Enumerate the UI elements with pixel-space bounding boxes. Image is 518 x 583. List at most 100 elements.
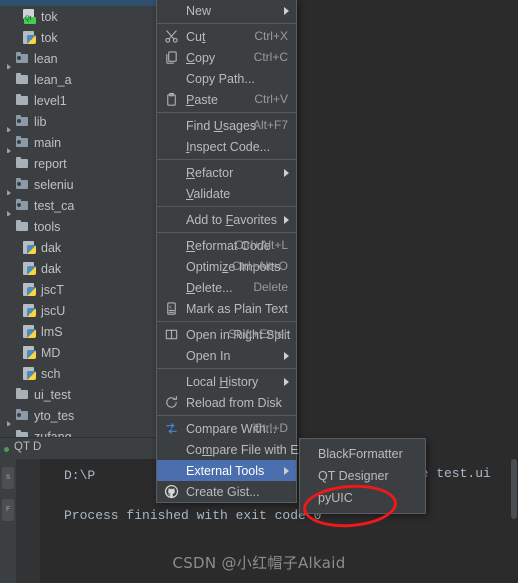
tree-item-jscu[interactable]: jscU <box>0 300 156 321</box>
menu-item-open-in-right-split[interactable]: Open in Right Split Shift+Enter <box>157 324 296 345</box>
python-file-icon <box>22 282 37 297</box>
tree-item-label: dak <box>41 261 62 276</box>
menu-item-shortcut: Shift+Enter <box>228 327 288 341</box>
tree-item-lean[interactable]: lean <box>0 48 156 69</box>
tree-item-label: lmS <box>41 324 63 339</box>
folder-icon <box>15 177 30 192</box>
tree-item-label: level1 <box>34 93 67 108</box>
qt-designer-file-icon: Qt <box>22 9 37 24</box>
tree-item-label: lean <box>34 51 58 66</box>
menu-item-create-gist[interactable]: Create Gist... <box>157 481 296 502</box>
tree-item-tools[interactable]: tools <box>0 216 156 237</box>
menu-item-compare-with[interactable]: Compare With... Ctrl+D <box>157 418 296 439</box>
menu-item-label: Paste <box>186 92 218 107</box>
tree-item-md[interactable]: MD <box>0 342 156 363</box>
tree-item-label: tok <box>41 30 58 45</box>
menu-item-copy[interactable]: Copy Ctrl+C <box>157 47 296 68</box>
folder-icon <box>15 114 30 129</box>
tree-item-ui_test[interactable]: ui_test <box>0 384 156 405</box>
menu-item-find-usages[interactable]: Find Usages Alt+F7 <box>157 115 296 136</box>
folder-icon <box>15 135 30 150</box>
menu-item-compare-file-with-editor[interactable]: Compare File with Editor <box>157 439 323 460</box>
run-tab-label: QT D <box>14 441 42 453</box>
tree-item-level1[interactable]: level1 <box>0 90 156 111</box>
svg-text:X: X <box>169 305 173 310</box>
menu-item-optimize-imports[interactable]: Optimize Imports Ctrl+Alt+O <box>157 256 296 277</box>
menu-item-open-in[interactable]: Open In <box>157 345 296 366</box>
console-scrollbar[interactable] <box>511 459 517 519</box>
tree-item-lms[interactable]: lmS <box>0 321 156 342</box>
menu-item-label: Copy <box>186 50 216 65</box>
tree-item-test_ca[interactable]: test_ca <box>0 195 156 216</box>
console-path-line: D:\P <box>64 468 96 483</box>
menu-item-mark-as-plain-text[interactable]: X Mark as Plain Text <box>157 298 296 319</box>
tree-item-tok[interactable]: Qt tok <box>0 6 156 27</box>
tree-item-dak[interactable]: dak <box>0 258 156 279</box>
menu-item-label: Refactor <box>186 165 234 180</box>
tree-item-sch[interactable]: sch <box>0 363 156 384</box>
tree-item-lean_a[interactable]: lean_a <box>0 69 156 90</box>
menu-item-external-tools[interactable]: External Tools <box>157 460 296 481</box>
submenu-item-blackformatter[interactable]: BlackFormatter <box>300 443 425 465</box>
tree-item-yto_tes[interactable]: yto_tes <box>0 405 156 426</box>
chevron-right-icon <box>284 352 289 360</box>
github-icon <box>164 484 179 499</box>
menu-item-delete[interactable]: Delete... Delete <box>157 277 296 298</box>
rail-button-structure[interactable]: S <box>2 467 14 489</box>
menu-item-cut[interactable]: Cut Ctrl+X <box>157 26 296 47</box>
chevron-right-icon <box>284 7 289 15</box>
menu-item-label: External Tools <box>186 463 265 478</box>
tree-item-label: main <box>34 135 62 150</box>
menu-item-validate[interactable]: Validate <box>157 183 296 204</box>
rail-button-favorites[interactable]: F <box>2 499 14 521</box>
menu-item-inspect-code[interactable]: Inspect Code... <box>157 136 296 157</box>
tree-item-label: lib <box>34 114 47 129</box>
submenu-item-qt-designer[interactable]: QT Designer <box>300 465 425 487</box>
tree-item-dak[interactable]: dak <box>0 237 156 258</box>
menu-item-shortcut: Alt+F7 <box>252 118 288 132</box>
tree-item-main[interactable]: main <box>0 132 156 153</box>
menu-item-reformat-code[interactable]: Reformat Code Ctrl+Alt+L <box>157 235 296 256</box>
chevron-right-icon <box>284 216 289 224</box>
tree-item-jsct[interactable]: jscT <box>0 279 156 300</box>
menu-item-label: Delete... <box>186 280 233 295</box>
context-menu[interactable]: New Cut Ctrl+X Copy Ctrl+C Copy Path... Paste C… <box>156 0 323 503</box>
tree-item-report[interactable]: report <box>0 153 156 174</box>
folder-icon <box>15 93 30 108</box>
submenu-item-pyuic[interactable]: pyUIC <box>300 487 425 509</box>
menu-item-label: Add to Favorites <box>186 212 278 227</box>
menu-item-label: Find Usages <box>186 118 257 133</box>
compare-icon <box>164 421 179 436</box>
tree-item-seleniu[interactable]: seleniu <box>0 174 156 195</box>
python-file-icon <box>22 240 37 255</box>
tree-item-lib[interactable]: lib <box>0 111 156 132</box>
menu-item-label: Inspect Code... <box>186 139 271 154</box>
menu-item-local-history[interactable]: Local History <box>157 371 296 392</box>
menu-item-refactor[interactable]: Refactor <box>157 162 296 183</box>
menu-item-label: Create Gist... <box>186 484 260 499</box>
folder-icon <box>15 408 30 423</box>
console-result-line: Process finished with exit code 0 <box>64 508 322 523</box>
menu-item-paste[interactable]: Paste Ctrl+V <box>157 89 296 110</box>
run-tab-qt-designer[interactable]: QT D <box>4 441 42 453</box>
tree-item-tok[interactable]: tok <box>0 27 156 48</box>
project-file-tree[interactable]: Qt tok tok lean lean_a level1 lib main report sel… <box>0 6 156 447</box>
menu-item-label: New <box>186 3 212 18</box>
python-file-icon <box>22 303 37 318</box>
folder-icon <box>15 219 30 234</box>
folder-icon <box>15 198 30 213</box>
menu-item-shortcut: Ctrl+Alt+L <box>234 238 288 252</box>
external-tools-submenu[interactable]: BlackFormatter QT Designer pyUIC <box>299 438 426 514</box>
status-dot-icon <box>4 447 9 452</box>
python-file-icon <box>22 261 37 276</box>
tree-item-label: seleniu <box>34 177 74 192</box>
tree-item-label: yto_tes <box>34 408 75 423</box>
menu-item-add-to-favorites[interactable]: Add to Favorites <box>157 209 296 230</box>
menu-item-reload-from-disk[interactable]: Reload from Disk <box>157 392 296 413</box>
watermark: CSDN @小红帽子Alkaid <box>172 554 346 572</box>
menu-item-new[interactable]: New <box>157 0 296 21</box>
copy-icon <box>164 50 179 65</box>
menu-item-copy-path[interactable]: Copy Path... <box>157 68 296 89</box>
menu-item-label: Open In <box>186 348 231 363</box>
tree-item-label: tok <box>41 9 58 24</box>
